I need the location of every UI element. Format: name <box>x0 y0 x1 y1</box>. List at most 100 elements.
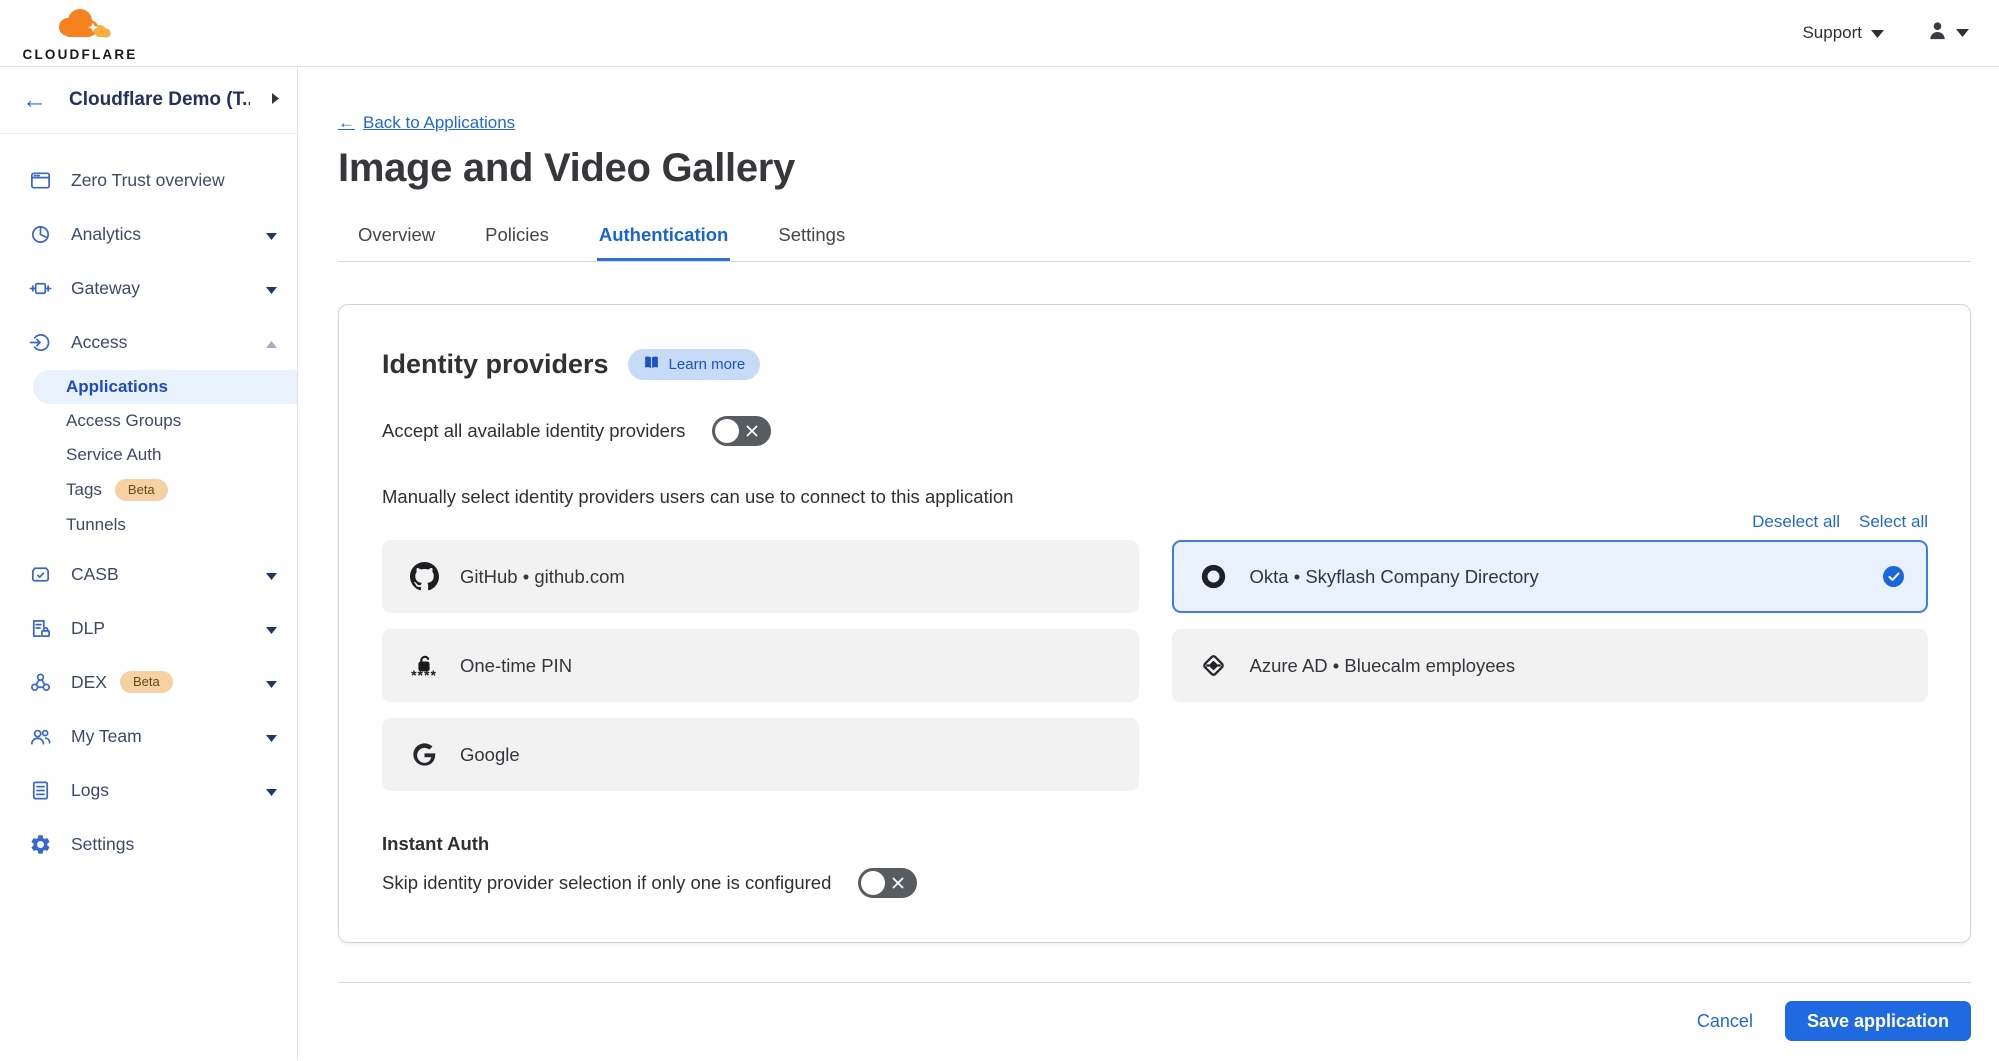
chevron-down-icon <box>1956 24 1969 42</box>
dashboard-window-icon <box>27 167 54 194</box>
provider-name: Google <box>460 744 520 766</box>
sidebar-item-tags[interactable]: Tags Beta <box>0 472 297 508</box>
sidebar-item-label: Access <box>71 332 249 353</box>
manual-select-label: Manually select identity providers users… <box>382 486 1928 508</box>
sidebar-subitem-label: Applications <box>66 377 168 397</box>
provider-card-google[interactable]: Google <box>382 718 1139 791</box>
provider-name: GitHub • github.com <box>460 566 625 588</box>
chevron-down-icon <box>266 780 277 801</box>
learn-more-label: Learn more <box>669 356 746 373</box>
chevron-up-icon <box>266 332 277 353</box>
provider-name: Okta • Skyflash Company Directory <box>1250 566 1539 588</box>
beta-badge: Beta <box>115 479 168 501</box>
sidebar-item-dex[interactable]: DEX Beta <box>0 658 297 707</box>
dex-network-icon <box>27 669 54 696</box>
support-menu[interactable]: Support <box>1802 23 1884 43</box>
instant-auth-heading: Instant Auth <box>382 833 1928 855</box>
account-name[interactable]: Cloudflare Demo (T... <box>69 89 250 111</box>
account-menu[interactable] <box>1926 19 1969 47</box>
back-arrow-icon[interactable]: ← <box>22 88 47 113</box>
beta-badge: Beta <box>120 671 173 693</box>
sidebar-item-dlp[interactable]: DLP <box>0 604 297 653</box>
sidebar-item-zero-trust-overview[interactable]: Zero Trust overview <box>0 156 297 205</box>
user-icon <box>1926 19 1949 47</box>
learn-more-button[interactable]: Learn more <box>628 349 761 380</box>
toggle-knob <box>861 871 885 895</box>
sidebar-item-casb[interactable]: CASB <box>0 550 297 599</box>
cancel-button[interactable]: Cancel <box>1697 1011 1753 1032</box>
sidebar-item-label: Zero Trust overview <box>71 170 277 191</box>
left-arrow-icon: ← <box>338 113 355 133</box>
sidebar-item-label: Gateway <box>71 278 249 299</box>
back-link-label: Back to Applications <box>363 113 515 133</box>
sidebar-subitem-label: Service Auth <box>66 445 161 465</box>
provider-card-github[interactable]: GitHub • github.com <box>382 540 1139 613</box>
okta-icon <box>1199 562 1229 592</box>
provider-card-azure-ad[interactable]: Azure AD • Bluecalm employees <box>1172 629 1929 702</box>
sidebar-item-applications[interactable]: Applications <box>33 370 297 404</box>
accept-toggle-label: Accept all available identity providers <box>382 420 685 442</box>
sidebar-item-logs[interactable]: Logs <box>0 766 297 815</box>
chevron-down-icon <box>266 726 277 747</box>
deselect-all-link[interactable]: Deselect all <box>1752 512 1840 532</box>
gear-icon <box>27 831 54 858</box>
chevron-down-icon <box>266 672 277 693</box>
sidebar-item-access[interactable]: Access <box>0 318 297 367</box>
provider-card-one-time-pin[interactable]: **** One-time PIN <box>382 629 1139 702</box>
sidebar: ← Cloudflare Demo (T... Zero Trust overv… <box>0 67 298 1060</box>
logs-list-icon <box>27 777 54 804</box>
sidebar-item-settings[interactable]: Settings <box>0 820 297 869</box>
accept-all-toggle[interactable] <box>712 416 771 446</box>
sidebar-item-label: Logs <box>71 780 249 801</box>
top-bar: CLOUDFLARE Support <box>0 0 1999 67</box>
save-application-button[interactable]: Save application <box>1785 1001 1971 1041</box>
tab-bar: Overview Policies Authentication Setting… <box>338 216 1971 262</box>
people-icon <box>27 723 54 750</box>
sidebar-item-my-team[interactable]: My Team <box>0 712 297 761</box>
sidebar-item-service-auth[interactable]: Service Auth <box>0 438 297 472</box>
pie-chart-icon <box>27 221 54 248</box>
instant-auth-toggle[interactable] <box>858 868 917 898</box>
sidebar-subitem-label: Tags <box>66 480 102 500</box>
sidebar-item-access-groups[interactable]: Access Groups <box>0 404 297 438</box>
provider-card-okta[interactable]: Okta • Skyflash Company Directory <box>1172 540 1929 613</box>
one-time-pin-icon: **** <box>409 651 439 681</box>
provider-name: One-time PIN <box>460 655 572 677</box>
tab-policies[interactable]: Policies <box>483 216 551 261</box>
document-lock-icon <box>27 615 54 642</box>
sidebar-item-analytics[interactable]: Analytics <box>0 210 297 259</box>
main-content: ← Back to Applications Image and Video G… <box>298 67 1999 1060</box>
toggle-knob <box>715 419 739 443</box>
chevron-down-icon <box>266 618 277 639</box>
page-title: Image and Video Gallery <box>338 146 1971 191</box>
tab-overview[interactable]: Overview <box>356 216 437 261</box>
skip-toggle-label: Skip identity provider selection if only… <box>382 872 831 894</box>
access-submenu: Applications Access Groups Service Auth … <box>0 370 297 542</box>
support-label: Support <box>1802 23 1862 43</box>
chevron-down-icon <box>266 224 277 245</box>
sidebar-nav: Zero Trust overview Analytics <box>0 134 297 869</box>
cloudflare-wordmark: CLOUDFLARE <box>23 47 138 62</box>
gateway-icon <box>27 275 54 302</box>
chevron-down-icon <box>1871 23 1884 43</box>
chevron-down-icon <box>266 278 277 299</box>
cloudflare-logo[interactable]: CLOUDFLARE <box>14 7 146 62</box>
footer-actions: Cancel Save application <box>338 1001 1971 1041</box>
toggle-off-x-icon <box>892 877 904 889</box>
back-to-applications-link[interactable]: ← Back to Applications <box>338 113 515 133</box>
sidebar-item-gateway[interactable]: Gateway <box>0 264 297 313</box>
card-heading: Identity providers <box>382 349 609 380</box>
google-icon <box>409 740 439 770</box>
chevron-down-icon <box>266 564 277 585</box>
chevron-right-icon[interactable] <box>272 91 279 109</box>
identity-providers-card: Identity providers Learn more Accept all… <box>338 304 1971 943</box>
sidebar-item-label: CASB <box>71 564 249 585</box>
azure-ad-icon <box>1199 651 1229 681</box>
select-all-link[interactable]: Select all <box>1859 512 1928 532</box>
tab-authentication[interactable]: Authentication <box>597 216 731 261</box>
cloudflare-cloud-icon <box>47 7 113 46</box>
book-icon <box>643 355 660 374</box>
sidebar-item-label: DLP <box>71 618 249 639</box>
tab-settings[interactable]: Settings <box>776 216 847 261</box>
sidebar-item-tunnels[interactable]: Tunnels <box>0 508 297 542</box>
